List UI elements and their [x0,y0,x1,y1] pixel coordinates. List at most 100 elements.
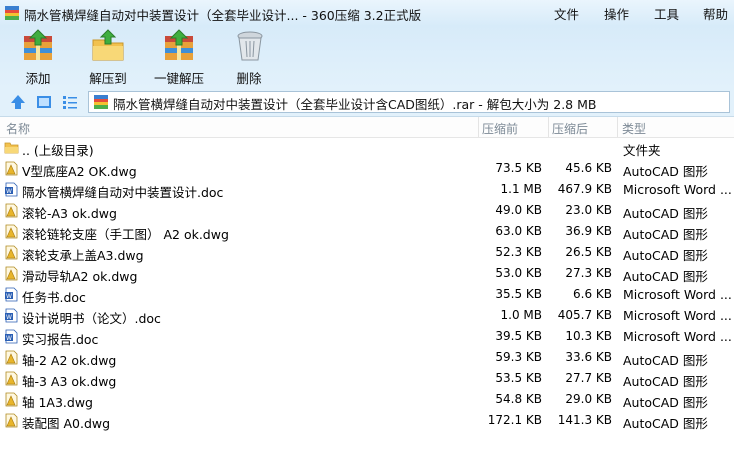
dwg-file-icon [4,245,19,260]
file-name: 隔水管横焊缝自动对中装置设计.doc [22,185,224,200]
file-row[interactable]: 滑动导轨A2 ok.dwg 53.0 KB 27.3 KB AutoCAD 图形 [0,263,734,284]
archive-icon [94,95,108,109]
column-divider[interactable] [617,117,618,137]
file-type: 文件夹 [623,143,661,158]
file-row[interactable]: 轴-3 A3 ok.dwg 53.5 KB 27.7 KB AutoCAD 图形 [0,368,734,389]
file-name: 实习报告.doc [22,332,99,347]
file-list: .. (上级目录) 文件夹 V型底座A2 OK.dwg 73.5 KB 45.6 KB A… [0,137,734,431]
file-type: AutoCAD 图形 [623,206,708,221]
extract-to-button[interactable]: 解压到 [86,28,130,87]
file-packed-size: 27.7 KB [565,371,612,385]
file-type: AutoCAD 图形 [623,374,708,389]
file-name: 滚轮支承上盖A3.dwg [22,248,144,263]
file-packed-size: 23.0 KB [565,203,612,217]
menu-help[interactable]: 帮助 [703,4,728,23]
up-arrow-icon[interactable] [10,94,26,110]
file-row[interactable]: 轴-2 A2 ok.dwg 59.3 KB 33.6 KB AutoCAD 图形 [0,347,734,368]
file-row[interactable]: W 隔水管横焊缝自动对中装置设计.doc 1.1 MB 467.9 KB Microso… [0,179,734,200]
folder-up-icon [4,140,19,155]
add-label: 添加 [25,71,51,86]
file-type: AutoCAD 图形 [623,416,708,431]
archive-app-icon [5,6,19,20]
file-row[interactable]: 滚轮-A3 ok.dwg 49.0 KB 23.0 KB AutoCAD 图形 [0,200,734,221]
dwg-file-icon [4,350,19,365]
column-divider[interactable] [478,117,479,137]
file-name: 滑动导轨A2 ok.dwg [22,269,138,284]
file-type: AutoCAD 图形 [623,353,708,368]
file-name: 滚轮链轮支座（手工图） A2 ok.dwg [22,227,229,242]
file-packed-size: 27.3 KB [565,266,612,280]
file-name: 任务书.doc [22,290,86,305]
file-packed-size: 141.3 KB [557,413,612,427]
column-header: 名称 压缩前 压缩后 类型 [0,117,734,138]
column-type[interactable]: 类型 [622,120,646,137]
file-row[interactable]: 轴 1A3.dwg 54.8 KB 29.0 KB AutoCAD 图形 [0,389,734,410]
menu-tools[interactable]: 工具 [654,4,679,23]
file-name: 轴-2 A2 ok.dwg [22,353,117,368]
file-size: 39.5 KB [495,329,542,343]
file-row[interactable]: V型底座A2 OK.dwg 73.5 KB 45.6 KB AutoCAD 图形 [0,158,734,179]
file-packed-size: 10.3 KB [565,329,612,343]
file-size: 63.0 KB [495,224,542,238]
file-packed-size: 6.6 KB [573,287,612,301]
doc-file-icon: W [4,182,19,197]
file-packed-size: 26.5 KB [565,245,612,259]
path-field[interactable]: 隔水管横焊缝自动对中装置设计（全套毕业设计含CAD图纸）.rar - 解包大小为… [88,91,730,113]
file-size: 49.0 KB [495,203,542,217]
menu-file[interactable]: 文件 [554,4,579,23]
file-name: 设计说明书（论文）.doc [22,311,161,326]
file-size: 59.3 KB [495,350,542,364]
file-packed-size: 29.0 KB [565,392,612,406]
doc-file-icon: W [4,308,19,323]
file-packed-size: 36.9 KB [565,224,612,238]
file-size: 53.0 KB [495,266,542,280]
file-type: AutoCAD 图形 [623,269,708,284]
file-name: 装配图 A0.dwg [22,416,111,431]
file-name: V型底座A2 OK.dwg [22,164,137,179]
file-packed-size: 405.7 KB [557,308,612,322]
file-row[interactable]: .. (上级目录) 文件夹 [0,137,734,158]
one-click-extract-button[interactable]: 一键解压 [154,28,204,87]
file-packed-size: 33.6 KB [565,350,612,364]
svg-text:W: W [6,335,12,342]
file-type: AutoCAD 图形 [623,395,708,410]
file-row[interactable]: 滚轮支承上盖A3.dwg 52.3 KB 26.5 KB AutoCAD 图形 [0,242,734,263]
file-size: 1.1 MB [500,182,542,196]
title-bar: 隔水管横焊缝自动对中装置设计（全套毕业设计... - 360压缩 3.2正式版 … [0,0,734,26]
delete-button[interactable]: 删除 [232,28,266,87]
one-click-extract-label: 一键解压 [154,71,205,86]
dwg-file-icon [4,266,19,281]
file-size: 53.5 KB [495,371,542,385]
one-click-extract-icon [165,29,193,60]
list-view-icon[interactable] [62,94,78,110]
window-title: 隔水管横焊缝自动对中装置设计（全套毕业设计... - 360压缩 3.2正式版 [24,8,422,23]
column-packed[interactable]: 压缩后 [552,120,588,137]
file-name: 轴-3 A3 ok.dwg [22,374,117,389]
file-type: Microsoft Word ... [623,182,732,197]
file-type: AutoCAD 图形 [623,248,708,263]
file-row[interactable]: W 任务书.doc 35.5 KB 6.6 KB Microsoft Word ... [0,284,734,305]
svg-text:W: W [6,293,12,300]
add-button[interactable]: 添加 [18,28,58,87]
dwg-file-icon [4,161,19,176]
file-name: 滚轮-A3 ok.dwg [22,206,117,221]
column-divider[interactable] [548,117,549,137]
delete-label: 删除 [236,71,262,86]
thumbnail-view-icon[interactable] [36,94,52,110]
file-row[interactable]: 装配图 A0.dwg 172.1 KB 141.3 KB AutoCAD 图形 [0,410,734,431]
file-row[interactable]: 滚轮链轮支座（手工图） A2 ok.dwg 63.0 KB 36.9 KB AutoC… [0,221,734,242]
dwg-file-icon [4,413,19,428]
column-name[interactable]: 名称 [6,120,30,137]
column-size[interactable]: 压缩前 [482,120,518,137]
file-row[interactable]: W 设计说明书（论文）.doc 1.0 MB 405.7 KB Microsoft Wo… [0,305,734,326]
menu-operation[interactable]: 操作 [604,4,629,23]
svg-text:W: W [6,314,12,321]
file-type: AutoCAD 图形 [623,164,708,179]
dwg-file-icon [4,392,19,407]
trash-icon [237,31,263,61]
address-bar: 隔水管横焊缝自动对中装置设计（全套毕业设计含CAD图纸）.rar - 解包大小为… [0,88,734,117]
doc-file-icon: W [4,287,19,302]
file-size: 73.5 KB [495,161,542,175]
file-row[interactable]: W 实习报告.doc 39.5 KB 10.3 KB Microsoft Word ..… [0,326,734,347]
file-type: Microsoft Word ... [623,287,732,302]
